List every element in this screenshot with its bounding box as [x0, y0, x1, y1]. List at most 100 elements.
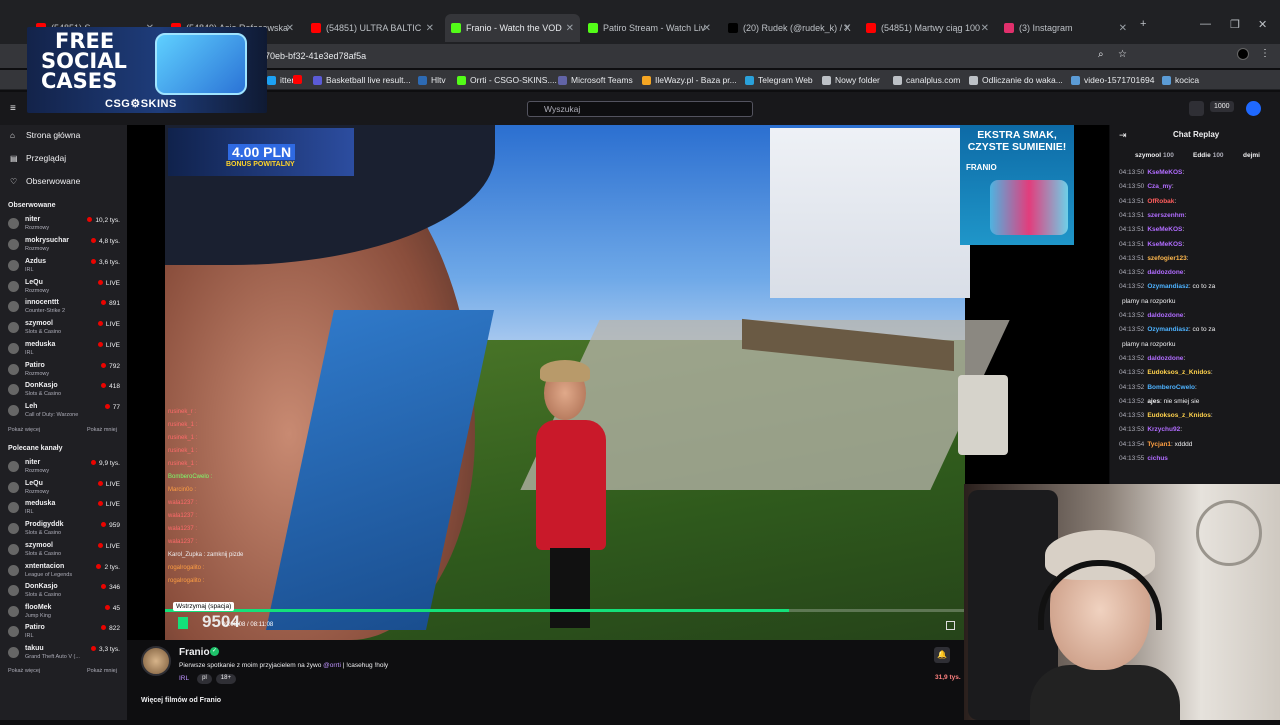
chat-username[interactable]: KseMeKOS: [1147, 241, 1182, 248]
browser-tab[interactable]: (54851) Martwy ciąg 100 ✕: [860, 14, 995, 42]
bookmark-item[interactable]: [293, 75, 306, 84]
sidebar-channel[interactable]: Leh Call of Duty: Warzone 77: [8, 403, 122, 423]
streamer-name[interactable]: Franio: [179, 647, 210, 658]
stream-category[interactable]: IRL: [179, 674, 189, 684]
bookmark-item[interactable]: Odliczanie do waka...: [969, 75, 1063, 85]
chat-top-chatter[interactable]: dejmi: [1243, 152, 1262, 159]
bookmark-item[interactable]: Nowy folder: [822, 75, 880, 85]
tag-language[interactable]: pl: [197, 674, 212, 684]
tag-age[interactable]: 18+: [215, 674, 236, 684]
url-text[interactable]: 70eb-bf32-41e3ed78af5a: [265, 51, 366, 61]
chat-username[interactable]: cichus: [1147, 455, 1168, 462]
show-less-recommended[interactable]: Pokaż mniej: [87, 668, 117, 674]
chat-username[interactable]: KseMeKOS: [1147, 226, 1182, 233]
chat-username[interactable]: Ozymandiasz: [1147, 326, 1189, 333]
show-more-followed[interactable]: Pokaż więcej: [8, 427, 40, 433]
sidebar-channel[interactable]: mokrysuchar Rozmowy 4,8 tys.: [8, 237, 122, 257]
sidebar-channel[interactable]: innocenttt Counter-Strike 2 891: [8, 299, 122, 319]
chat-username[interactable]: Eudoksos_z_Knidos: [1147, 412, 1211, 419]
tab-close-icon[interactable]: ✕: [843, 23, 851, 34]
chat-username[interactable]: ajes: [1147, 398, 1160, 405]
chat-username[interactable]: Ozymandiasz: [1147, 283, 1189, 290]
sidebar-channel[interactable]: Patiro IRL 822: [8, 624, 122, 644]
streamer-avatar[interactable]: [141, 646, 171, 676]
profile-avatar[interactable]: [1237, 48, 1249, 60]
chat-username[interactable]: szerszenhm: [1147, 212, 1184, 219]
bookmark-item[interactable]: Hltv: [418, 75, 446, 85]
chat-username[interactable]: szefogier123: [1147, 255, 1186, 262]
tab-close-icon[interactable]: ✕: [703, 23, 711, 34]
stream-title-mention[interactable]: @orrti: [323, 662, 341, 669]
sidebar-nav-item[interactable]: ▤ Przeglądaj: [10, 153, 66, 163]
show-less-followed[interactable]: Pokaż mniej: [87, 427, 117, 433]
sidebar-channel[interactable]: takuu Grand Theft Auto V (... 3,3 tys.: [8, 645, 122, 665]
sidebar-channel[interactable]: LeQu Rozmowy LIVE: [8, 279, 122, 299]
sidebar-channel[interactable]: szymool Slots & Casino LIVE: [8, 320, 122, 340]
sidebar-channel[interactable]: Patiro Rozmowy 792: [8, 362, 122, 382]
bookmark-item[interactable]: IleWazy.pl - Baza pr...: [642, 75, 737, 85]
sidebar-channel[interactable]: szymool Slots & Casino LIVE: [8, 542, 122, 562]
browser-tab[interactable]: (20) Rudek (@rudek_k) / X ✕: [722, 14, 857, 42]
sidebar-channel[interactable]: LeQu Rozmowy LIVE: [8, 480, 122, 500]
chat-username[interactable]: Cza_my: [1147, 183, 1172, 190]
search-input[interactable]: Wyszukaj: [527, 101, 753, 117]
bookmark-item[interactable]: itter: [267, 75, 294, 85]
bookmark-star-icon[interactable]: ☆: [1118, 49, 1127, 60]
sidebar-nav-item[interactable]: ⌂ Strona główna: [10, 130, 80, 140]
tab-close-icon[interactable]: ✕: [286, 23, 294, 34]
sidebar-channel[interactable]: Azdus IRL 3,6 tys.: [8, 258, 122, 278]
bookmark-item[interactable]: Telegram Web: [745, 75, 813, 85]
browser-tab[interactable]: (54851) ULTRA BALTIC ✕: [305, 14, 440, 42]
sidebar-channel[interactable]: meduska IRL LIVE: [8, 341, 122, 361]
bookmark-item[interactable]: video-1571701694: [1071, 75, 1154, 85]
chat-top-chatter[interactable]: Eddie 100: [1193, 152, 1224, 159]
sidebar-channel[interactable]: meduska IRL LIVE: [8, 500, 122, 520]
theater-mode-button[interactable]: [1189, 101, 1204, 116]
browser-tab[interactable]: (3) Instagram ✕: [998, 14, 1133, 42]
ad-banner[interactable]: FREE SOCIAL CASES CSG⚙SKINS: [27, 27, 267, 113]
bookmark-item[interactable]: Orrti - CSGO-SKINS....: [457, 75, 557, 85]
bookmark-item[interactable]: canalplus.com: [893, 75, 960, 85]
sidebar-channel[interactable]: DonKasjo Slots & Casino 418: [8, 382, 122, 402]
close-window-icon[interactable]: ✕: [1258, 18, 1267, 31]
chat-username[interactable]: KseMeKOS: [1147, 169, 1182, 176]
chat-username[interactable]: BomberoCwelo: [1147, 384, 1195, 391]
chat-username[interactable]: daldozdone: [1147, 269, 1183, 276]
browser-menu-icon[interactable]: ⋮: [1260, 48, 1270, 59]
chat-username[interactable]: OfRobak: [1147, 198, 1174, 205]
pause-button[interactable]: [178, 617, 188, 629]
user-avatar[interactable]: [1246, 101, 1261, 116]
minimize-icon[interactable]: —: [1200, 18, 1211, 30]
chat-username[interactable]: Tycjan1: [1147, 441, 1171, 448]
bookmark-item[interactable]: kocica: [1162, 75, 1199, 85]
notification-bell-icon[interactable]: 🔔: [934, 647, 950, 663]
zoom-icon[interactable]: ⌕: [1098, 49, 1104, 60]
sidebar-channel[interactable]: xntentacion League of Legends 2 tys.: [8, 563, 122, 583]
tab-close-icon[interactable]: ✕: [426, 23, 434, 34]
chat-username[interactable]: Krzychu92: [1147, 426, 1180, 433]
browser-tab[interactable]: Franio - Watch the VOD ✕: [445, 14, 580, 42]
chat-username[interactable]: daldozdone: [1147, 355, 1183, 362]
chat-username[interactable]: daldozdone: [1147, 312, 1183, 319]
hamburger-menu-icon[interactable]: ≡: [10, 103, 16, 114]
tab-close-icon[interactable]: ✕: [566, 23, 574, 34]
show-more-recommended[interactable]: Pokaż więcej: [8, 668, 40, 674]
sidebar-channel[interactable]: niter Rozmowy 9,9 tys.: [8, 459, 122, 479]
browser-tab[interactable]: Patiro Stream - Watch Liv ✕: [582, 14, 717, 42]
chat-top-chatter[interactable]: szymool 100: [1135, 152, 1174, 159]
sidebar-channel[interactable]: niter Rozmowy 10,2 tys.: [8, 216, 122, 236]
new-tab-icon[interactable]: +: [1140, 18, 1146, 30]
tab-close-icon[interactable]: ✕: [1119, 23, 1127, 34]
sidebar-channel[interactable]: Prodigyddk Slots & Casino 959: [8, 521, 122, 541]
sidebar-channel[interactable]: DonKasjo Slots & Casino 346: [8, 583, 122, 603]
collapse-chat-icon[interactable]: ⇥: [1119, 130, 1127, 141]
sidebar-nav-item[interactable]: ♡ Obserwowane: [10, 176, 80, 186]
fullscreen-icon[interactable]: [946, 621, 955, 630]
chat-username[interactable]: Eudoksos_z_Knidos: [1147, 369, 1211, 376]
points-badge[interactable]: 1000: [1210, 101, 1234, 112]
maximize-icon[interactable]: ❐: [1230, 18, 1240, 31]
tab-close-icon[interactable]: ✕: [981, 23, 989, 34]
bookmark-item[interactable]: Microsoft Teams: [558, 75, 633, 85]
bookmark-item[interactable]: Basketball live result...: [313, 75, 411, 85]
sidebar-channel[interactable]: flooMek Jump King 45: [8, 604, 122, 624]
